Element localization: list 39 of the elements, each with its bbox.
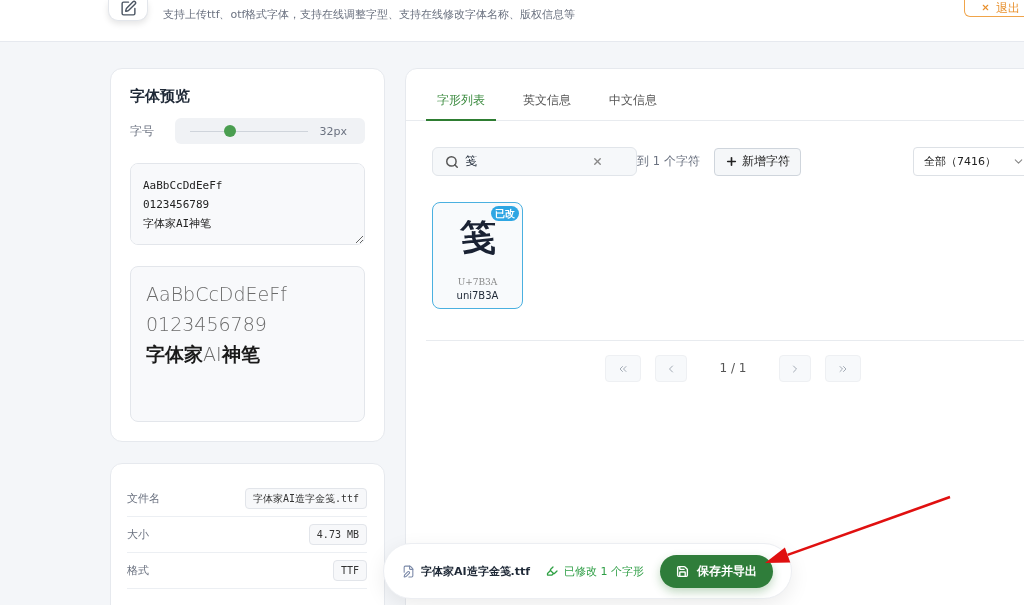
info-value: TTF bbox=[332, 560, 367, 581]
subtitle: 支持上传ttf、otf格式字体，支持在线调整字型、支持在线修改字体名称、版权信息等 bbox=[163, 8, 576, 22]
close-icon bbox=[592, 156, 603, 167]
file-name: 字体家AI造字金笺.ttf bbox=[421, 563, 531, 579]
save-icon bbox=[676, 564, 690, 578]
info-label: 文件名 bbox=[127, 491, 160, 506]
page-indicator: 1 / 1 bbox=[718, 360, 748, 377]
glyph-code: U+7B3A bbox=[457, 276, 498, 289]
info-value: 4.73 MB bbox=[308, 524, 367, 545]
search-field[interactable]: 笺 bbox=[432, 147, 637, 176]
marker-icon bbox=[546, 565, 559, 577]
tab[interactable]: 字形列表 bbox=[426, 81, 496, 121]
close-icon bbox=[981, 3, 990, 12]
info-label: 大小 bbox=[127, 527, 149, 542]
preview-text: AaBbCcDdEeFf bbox=[146, 282, 287, 307]
info-value: 字体家AI造字金笺.ttf bbox=[244, 488, 367, 509]
card-title: 字体预览 bbox=[130, 86, 191, 106]
add-glyph-button[interactable]: 新增字符 bbox=[713, 147, 801, 176]
change-count: 已修改 1 个字形 bbox=[564, 563, 645, 579]
file-pen-icon bbox=[402, 564, 415, 578]
result-count: 到 1 个字符 bbox=[637, 154, 700, 169]
search-icon bbox=[445, 155, 459, 169]
plus-icon bbox=[724, 155, 738, 168]
preview-text: 字体家AI神笔 bbox=[146, 342, 260, 367]
tab[interactable]: 英文信息 bbox=[512, 81, 582, 121]
sample-text-input[interactable]: AaBbCcDdEeFf 0123456789 字体家AI神笔 bbox=[130, 163, 365, 245]
preview-text: 0123456789 bbox=[146, 312, 267, 337]
size-label: 字号 bbox=[130, 122, 155, 140]
tab[interactable]: 中文信息 bbox=[598, 81, 668, 121]
save-export-button[interactable]: 保存并导出 bbox=[660, 554, 774, 588]
clear-button[interactable] bbox=[592, 156, 603, 167]
size-slider-track[interactable] bbox=[190, 125, 308, 137]
size-value: 32px bbox=[319, 124, 347, 138]
glyph-card[interactable]: 已改 笺 U+7B3A uni7B3A bbox=[432, 202, 523, 309]
info-label: 格式 bbox=[127, 563, 149, 578]
modified-badge: 已改 bbox=[491, 206, 519, 221]
glyph-name: uni7B3A bbox=[456, 289, 499, 303]
filter-dropdown[interactable]: 全部（7416） bbox=[913, 147, 1024, 176]
slider-thumb[interactable] bbox=[223, 125, 236, 137]
